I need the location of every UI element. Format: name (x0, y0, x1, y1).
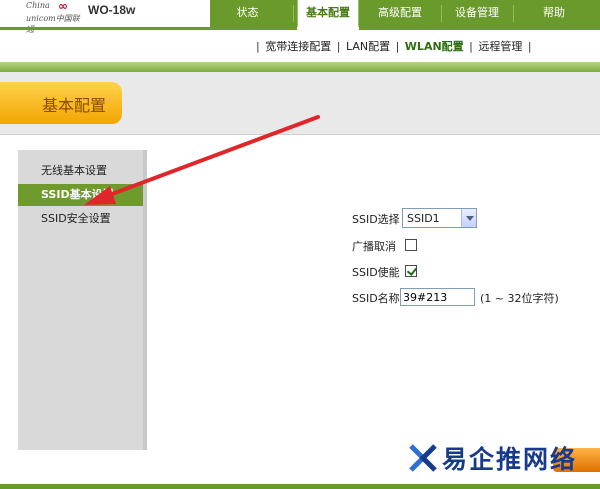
section-title: 基本配置 (42, 96, 107, 115)
logo-china-text: China (26, 1, 50, 10)
broadcast-row: 广播取消 (352, 235, 592, 255)
top-nav-status[interactable]: 状态 (210, 0, 285, 27)
top-nav-advanced-config[interactable]: 高级配置 (360, 0, 440, 27)
ssid-name-hint: (1 ~ 32位字符) (480, 292, 559, 305)
top-nav-basic-config[interactable]: 基本配置 (297, 0, 359, 30)
ssid-name-input[interactable] (400, 288, 475, 306)
broadcast-label: 广播取消 (352, 240, 396, 253)
left-nav: 无线基本设置 SSID基本设置 SSID安全设置 (18, 150, 147, 450)
ssid-select-value: SSID1 (407, 212, 440, 225)
watermark-text: 易企推网络 (442, 445, 578, 474)
broadcast-checkbox[interactable] (405, 239, 417, 251)
left-nav-ssid-basic[interactable]: SSID基本设置 (18, 184, 143, 206)
ssid-enable-label: SSID使能 (352, 266, 400, 279)
nav-underline (0, 27, 600, 30)
watermark: 易企推网络 (408, 440, 600, 480)
left-nav-ssid-security[interactable]: SSID安全设置 (18, 208, 143, 230)
watermark-logo-icon (409, 444, 437, 472)
sub-nav-lan[interactable]: LAN配置 (346, 40, 390, 53)
ssid-select[interactable]: SSID1 (402, 208, 477, 228)
sub-nav-broadband[interactable]: 宽带连接配置 (265, 40, 331, 53)
sub-nav-remote[interactable]: 远程管理 (478, 40, 522, 53)
ssid-name-label: SSID名称 (352, 292, 400, 305)
header-shadow-bar (0, 62, 600, 72)
section-title-tab: 基本配置 (0, 82, 122, 124)
top-nav-device-management[interactable]: 设备管理 (442, 0, 512, 27)
ssid-enable-checkbox[interactable] (405, 265, 417, 277)
bottom-bar (0, 484, 600, 489)
ssid-enable-row: SSID使能 (352, 261, 592, 281)
logo-unicom-text: unicom中国联通 (26, 14, 80, 34)
sub-nav-wlan[interactable]: WLAN配置 (405, 40, 464, 53)
ssid-name-row: SSID名称 (1 ~ 32位字符) (352, 287, 592, 307)
unicom-logo: ∞ China unicom中国联通 (14, 0, 84, 34)
top-nav-help[interactable]: 帮助 (514, 0, 594, 27)
chevron-down-icon[interactable] (461, 209, 476, 227)
ssid-select-label: SSID选择 (352, 213, 400, 226)
ssid-select-row: SSID选择 SSID1 (352, 208, 592, 228)
top-nav: 状态 基本配置 高级配置 设备管理 帮助 (210, 0, 600, 30)
left-nav-wireless-basic[interactable]: 无线基本设置 (18, 160, 143, 182)
nav-divider (293, 5, 294, 22)
sub-nav: | 宽带连接配置 | LAN配置 | WLAN配置 | 远程管理 | (256, 40, 532, 53)
unicom-knot-icon: ∞ (58, 0, 68, 13)
model-name: WO-18w (88, 3, 136, 17)
